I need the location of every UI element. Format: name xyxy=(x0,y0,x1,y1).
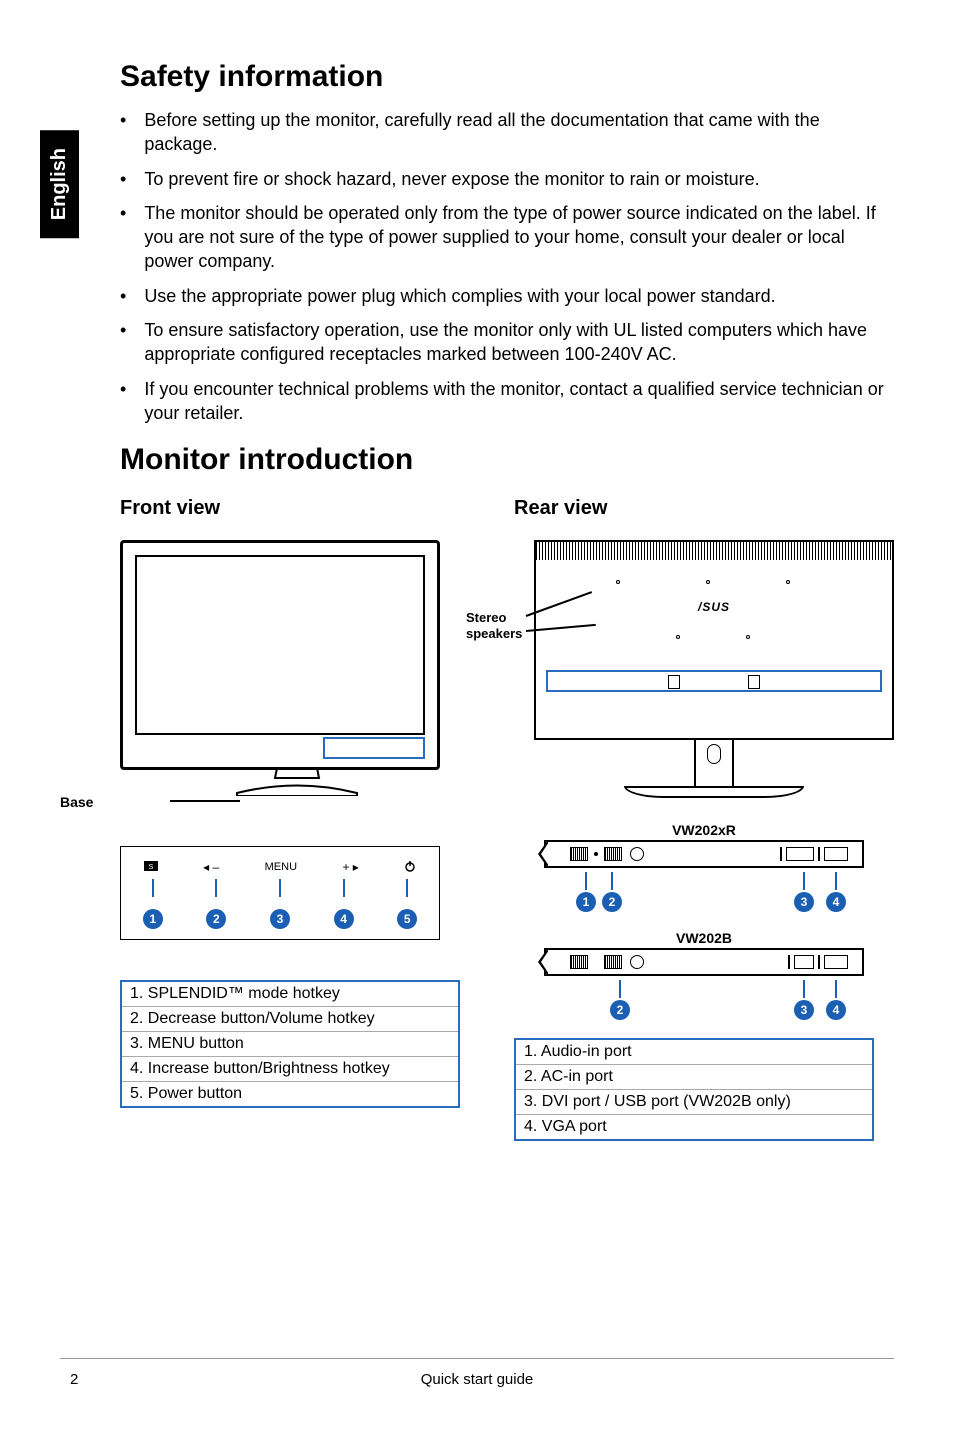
callout-5: 5 xyxy=(397,909,417,929)
rear-ports-highlight xyxy=(546,670,882,692)
rear-callout-2: 2 xyxy=(602,892,622,912)
bullet-text: The monitor should be operated only from… xyxy=(144,201,894,274)
bullet-dot: • xyxy=(120,377,126,426)
heading-safety: Safety information xyxy=(120,60,894,94)
legend-item: 4. VGA port xyxy=(516,1115,872,1139)
rear-callout-4b: 4 xyxy=(826,1000,846,1020)
legend-item: 2. AC-in port xyxy=(516,1065,872,1090)
legend-item: 3. MENU button xyxy=(122,1032,458,1057)
port-panel-vw202xr: VW202xR xyxy=(544,822,864,912)
bullet-dot: • xyxy=(120,108,126,157)
rear-callout-2b: 2 xyxy=(610,1000,630,1020)
monitor-front-illustration xyxy=(120,540,440,770)
bullet-dot: • xyxy=(120,201,126,274)
front-buttons-panel: S ◂ – MENU + ▸ 1 2 3 4 xyxy=(120,846,440,940)
safety-list: • Before setting up the monitor, carefull… xyxy=(120,108,894,425)
port-icon xyxy=(630,847,644,861)
audio-in-port-icon xyxy=(570,847,588,861)
power-icon xyxy=(404,860,416,875)
bullet-text: Before setting up the monitor, carefully… xyxy=(144,108,894,157)
legend-item: 1. SPLENDID™ mode hotkey xyxy=(122,982,458,1007)
front-view-heading: Front view xyxy=(120,497,474,520)
legend-item: 2. Decrease button/Volume hotkey xyxy=(122,1007,458,1032)
base-leader-line xyxy=(170,800,240,802)
usb-port-icon xyxy=(794,955,814,969)
ac-in-port-icon xyxy=(604,847,622,861)
rear-legend: 1. Audio-in port 2. AC-in port 3. DVI po… xyxy=(514,1038,874,1141)
vga-port-icon xyxy=(824,847,848,861)
front-legend: 1. SPLENDID™ mode hotkey 2. Decrease but… xyxy=(120,980,460,1108)
bullet-dot: • xyxy=(120,318,126,367)
language-tab: English xyxy=(40,130,79,238)
rear-callout-3: 3 xyxy=(794,892,814,912)
port-panel-label: VW202xR xyxy=(544,822,864,838)
splendid-icon: S xyxy=(144,860,158,874)
port-panel-label: VW202B xyxy=(544,930,864,946)
bullet-text: To prevent fire or shock hazard, never e… xyxy=(144,167,759,191)
rear-callout-4: 4 xyxy=(826,892,846,912)
port-panel-vw202b: VW202B xyxy=(544,930,864,1020)
callout-1: 1 xyxy=(143,909,163,929)
svg-text:S: S xyxy=(148,864,153,871)
callout-3: 3 xyxy=(270,909,290,929)
legend-item: 1. Audio-in port xyxy=(516,1040,872,1065)
stereo-speakers-label: Stereospeakers xyxy=(466,610,522,641)
legend-item: 3. DVI port / USB port (VW202B only) xyxy=(516,1090,872,1115)
base-label: Base xyxy=(60,794,93,810)
rear-callout-1: 1 xyxy=(576,892,596,912)
legend-item: 5. Power button xyxy=(122,1082,458,1106)
port-icon xyxy=(630,955,644,969)
bullet-text: If you encounter technical problems with… xyxy=(144,377,894,426)
callout-4: 4 xyxy=(334,909,354,929)
vga-port-icon xyxy=(824,955,848,969)
rear-view-heading: Rear view xyxy=(514,497,894,520)
dvi-port-icon xyxy=(786,847,814,861)
increase-icon: + ▸ xyxy=(342,860,358,874)
bullet-dot: • xyxy=(120,284,126,308)
ac-in-port-icon xyxy=(604,955,622,969)
callout-2: 2 xyxy=(206,909,226,929)
decrease-icon: ◂ – xyxy=(203,860,219,874)
monitor-stand-icon xyxy=(227,768,367,796)
button-bar-highlight xyxy=(323,737,425,759)
bullet-text: To ensure satisfactory operation, use th… xyxy=(144,318,894,367)
menu-button-label: MENU xyxy=(265,861,297,873)
monitor-rear-illustration: /SUS Stereospeakers xyxy=(534,540,894,798)
bullet-dot: • xyxy=(120,167,126,191)
bullet-text: Use the appropriate power plug which com… xyxy=(144,284,775,308)
asus-logo: /SUS xyxy=(698,600,730,614)
legend-item: 4. Increase button/Brightness hotkey xyxy=(122,1057,458,1082)
heading-intro: Monitor introduction xyxy=(120,443,894,477)
rear-callout-3b: 3 xyxy=(794,1000,814,1020)
port-icon xyxy=(570,955,588,969)
footer-text: Quick start guide xyxy=(60,1358,894,1388)
